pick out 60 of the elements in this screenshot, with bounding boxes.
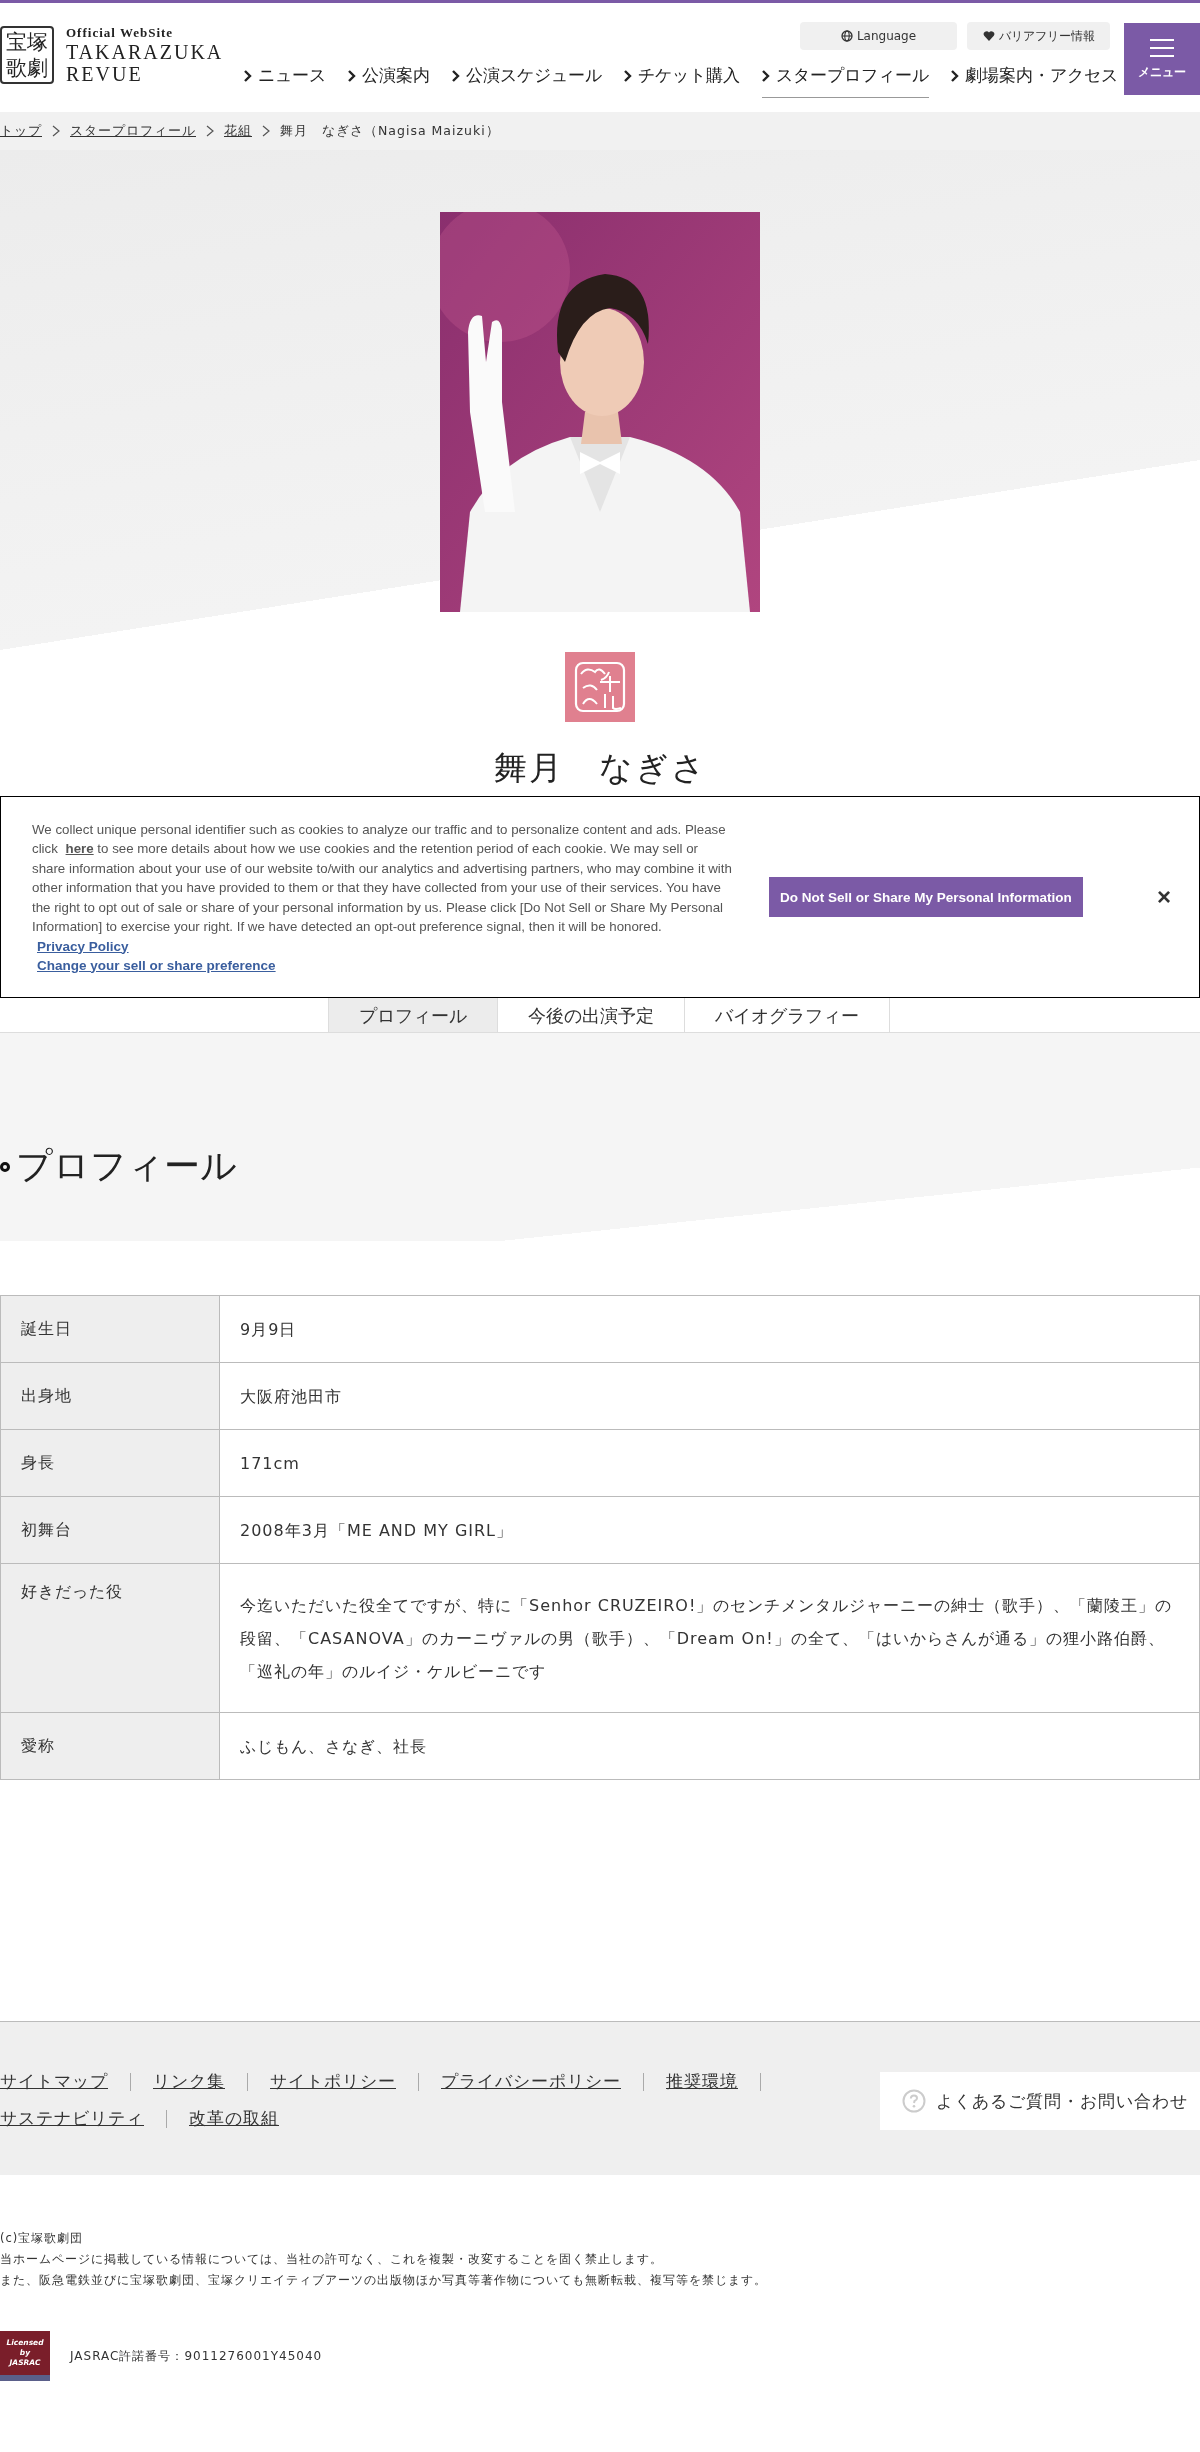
privacy-policy-link[interactable]: Privacy Policy <box>37 936 129 956</box>
menu-icon <box>1149 37 1175 58</box>
language-button[interactable]: Language <box>800 22 957 50</box>
do-not-sell-button[interactable]: Do Not Sell or Share My Personal Information <box>769 877 1083 917</box>
chevron-icon <box>52 125 60 137</box>
bullet-icon <box>0 1161 10 1172</box>
faq-button[interactable]: よくあるご質問・お問い合わせ <box>880 2072 1200 2130</box>
chevron-icon <box>262 125 270 137</box>
chevron-icon <box>206 125 214 137</box>
table-cell: 愛称 <box>0 1712 220 1780</box>
menu-button[interactable]: メニュー <box>1124 23 1200 95</box>
table-cell: 初舞台 <box>0 1496 220 1564</box>
footer-link[interactable]: サステナビリティ <box>0 2107 144 2130</box>
heart-icon <box>982 30 995 42</box>
question-icon <box>902 2089 926 2113</box>
globe-icon <box>840 30 853 42</box>
preference-link[interactable]: Change your sell or share preference <box>37 955 276 975</box>
star-name: 舞月 なぎさ <box>493 747 707 789</box>
chevron-icon <box>452 69 460 82</box>
flower-emblem-icon <box>565 652 635 722</box>
close-button[interactable]: × <box>1153 883 1175 911</box>
breadcrumb-current: 舞月 なぎさ（Nagisa Maizuki） <box>280 122 500 140</box>
nav-link[interactable]: ニュース <box>244 64 326 98</box>
nav-link[interactable]: 公演スケジュール <box>452 64 602 98</box>
chevron-icon <box>348 69 356 82</box>
nav-link[interactable]: スタープロフィール <box>762 64 929 98</box>
permit-number: JASRAC許諾番号：9011276001Y45040 <box>70 2347 323 2365</box>
nav-link[interactable]: チケット購入 <box>624 64 740 98</box>
footer-link[interactable]: リンク集 <box>153 2070 225 2093</box>
footer-link[interactable]: サイトポリシー <box>270 2070 396 2093</box>
chevron-icon <box>624 69 632 82</box>
footer-link[interactable]: サイトマップ <box>0 2070 108 2093</box>
table-cell: ふじもん、さなぎ、社長 <box>219 1712 1200 1780</box>
table-cell: 誕生日 <box>0 1295 220 1363</box>
footer-link[interactable]: 推奨環境 <box>666 2070 738 2093</box>
table-cell: 今迄いただいた役全てですが、特に「Senhor CRUZEIRO!」のセンチメンタルジャーニーの紳士（歌手）、「蘭陵王」の段留、「CASANOVA」のカーニヴァルの男（歌手）、「Dream On!」の全て、「はいからさんが通る」の狸小路伯爵、「巡礼の年」のルイジ・ケルビーニです <box>219 1563 1200 1713</box>
breadcrumb-link[interactable]: スタープロフィール <box>70 122 196 140</box>
chevron-icon <box>244 69 252 82</box>
table-cell: 身長 <box>0 1429 220 1497</box>
table-cell: 9月9日 <box>219 1295 1200 1363</box>
footer-link[interactable]: プライバシーポリシー <box>441 2070 621 2093</box>
table-cell: 大阪府池田市 <box>219 1362 1200 1430</box>
cookie-notice: We collect unique personal identifier such as cookies to analyze our traffic and to personalize content and ads. Please click here to see more details about how we use cookies and the retention period of each cookie. We may sell or share information about your use of our website to/with our analytics and advertising partners, who may combine it with other information that you have provided to them or that they have collected from your use of their services. You have the right to opt out of sale or share of your personal information by us. Please click [Do Not Sell or Share My Personal Information] to exercise your right. If we have detected an opt-out preference signal, then it will be honored. <box>32 820 732 936</box>
nav-link[interactable]: 公演案内 <box>348 64 430 98</box>
accessibility-button[interactable]: バリアフリー情報 <box>967 22 1110 50</box>
chevron-icon <box>951 69 959 82</box>
copyright-text: 当ホームページに掲載している情報については、当社の許可なく、これを複製・改変することを固く禁止します。 <box>0 2251 664 2268</box>
nav-link[interactable]: 劇場案内・アクセス <box>951 64 1118 98</box>
chevron-icon <box>762 69 770 82</box>
breadcrumb-link[interactable]: 花組 <box>224 122 252 140</box>
copyright-text: また、阪急電鉄並びに宝塚歌劇団、宝塚クリエイティブアーツの出版物ほか写真等著作物についても無断転載、複写等を禁じます。 <box>0 2272 768 2289</box>
table-cell: 171cm <box>219 1429 1200 1497</box>
copyright-text: (c)宝塚歌劇団 <box>0 2230 85 2247</box>
table-cell: 出身地 <box>0 1362 220 1430</box>
table-cell: 好きだった役 <box>0 1563 220 1713</box>
table-cell: 2008年3月「ME AND MY GIRL」 <box>219 1496 1200 1564</box>
here-link[interactable]: here <box>61 841 94 856</box>
footer-link[interactable]: 改革の取組 <box>189 2107 279 2130</box>
breadcrumb-link[interactable]: トップ <box>0 122 42 140</box>
section-title: プロフィール <box>16 1144 237 1188</box>
